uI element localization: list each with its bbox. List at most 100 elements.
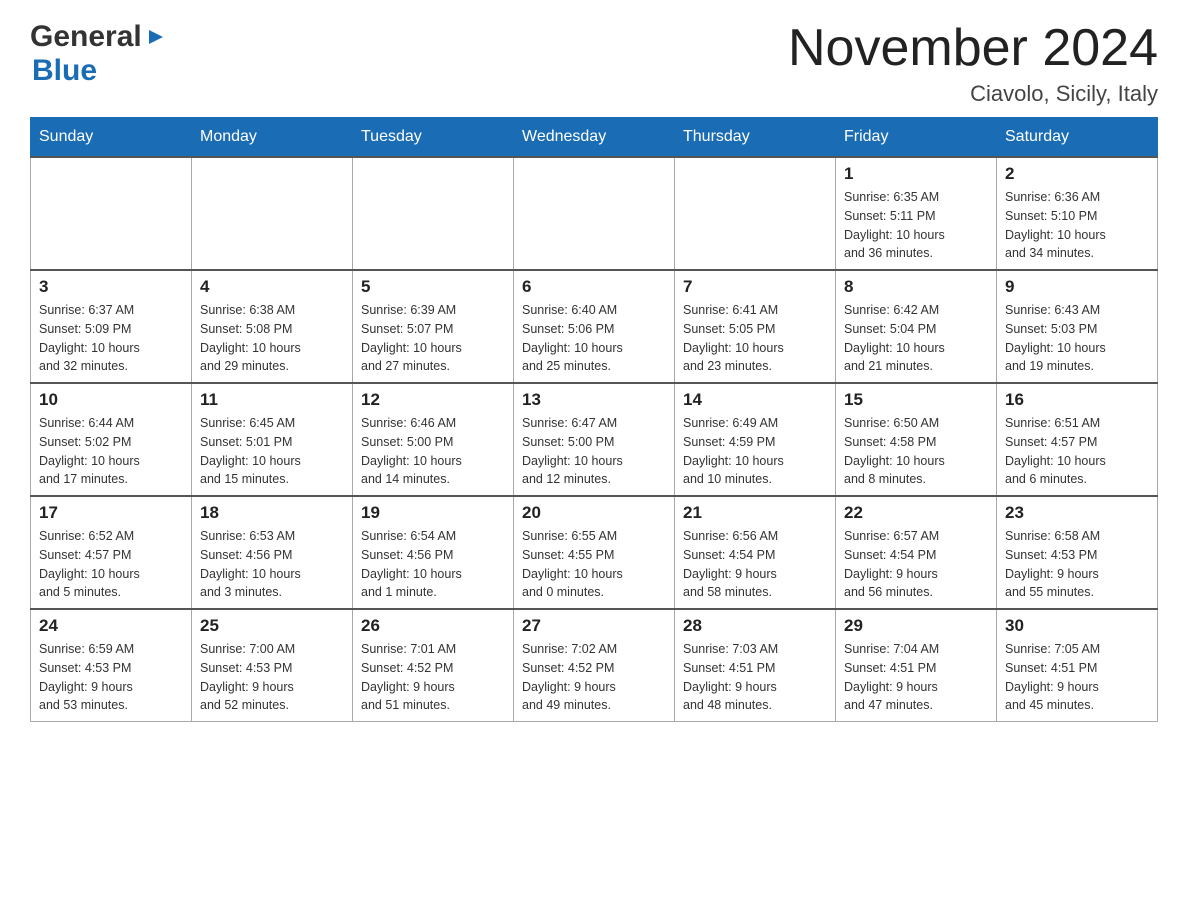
calendar-cell [31, 157, 192, 270]
day-number: 4 [200, 277, 344, 297]
calendar-cell: 18 Sunrise: 6:53 AM Sunset: 4:56 PM Dayli… [192, 496, 353, 609]
day-number: 26 [361, 616, 505, 636]
day-info: Sunrise: 6:54 AM Sunset: 4:56 PM Dayligh… [361, 527, 505, 602]
calendar-cell: 24Sunrise: 6:59 AM Sunset: 4:53 PM Dayli… [31, 609, 192, 722]
day-number: 29 [844, 616, 988, 636]
location-subtitle: Ciavolo, Sicily, Italy [788, 81, 1158, 107]
calendar-cell: 29 Sunrise: 7:04 AM Sunset: 4:51 PM Dayli… [836, 609, 997, 722]
calendar-week-row: 1 Sunrise: 6:35 AM Sunset: 5:11 PM Daylig… [31, 157, 1158, 270]
page-header: General Blue November 2024 Ciavolo, Sici… [30, 20, 1158, 107]
calendar-cell: 12 Sunrise: 6:46 AM Sunset: 5:00 PM Dayli… [353, 383, 514, 496]
logo-blue-text: Blue [32, 54, 97, 87]
day-number: 22 [844, 503, 988, 523]
day-info: Sunrise: 6:47 AM Sunset: 5:00 PM Dayligh… [522, 414, 666, 489]
day-number: 3 [39, 277, 183, 297]
day-number: 14 [683, 390, 827, 410]
calendar-cell: 5 Sunrise: 6:39 AM Sunset: 5:07 PM Daylig… [353, 270, 514, 383]
calendar-cell: 26 Sunrise: 7:01 AM Sunset: 4:52 PM Dayli… [353, 609, 514, 722]
day-info: Sunrise: 7:03 AM Sunset: 4:51 PM Dayligh… [683, 640, 827, 715]
weekday-header-tuesday: Tuesday [353, 118, 514, 158]
day-info: Sunrise: 6:51 AM Sunset: 4:57 PM Dayligh… [1005, 414, 1149, 489]
day-number: 17 [39, 503, 183, 523]
calendar-cell: 6Sunrise: 6:40 AM Sunset: 5:06 PM Daylig… [514, 270, 675, 383]
title-section: November 2024 Ciavolo, Sicily, Italy [788, 20, 1158, 107]
day-info: Sunrise: 6:46 AM Sunset: 5:00 PM Dayligh… [361, 414, 505, 489]
day-number: 9 [1005, 277, 1149, 297]
calendar-cell: 14 Sunrise: 6:49 AM Sunset: 4:59 PM Dayli… [675, 383, 836, 496]
day-info: Sunrise: 6:58 AM Sunset: 4:53 PM Dayligh… [1005, 527, 1149, 602]
day-info: Sunrise: 6:49 AM Sunset: 4:59 PM Dayligh… [683, 414, 827, 489]
day-number: 12 [361, 390, 505, 410]
calendar-cell: 30 Sunrise: 7:05 AM Sunset: 4:51 PM Dayli… [997, 609, 1158, 722]
calendar-table: SundayMondayTuesdayWednesdayThursdayFrid… [30, 117, 1158, 722]
logo-general-text: General [30, 20, 142, 54]
calendar-cell [192, 157, 353, 270]
day-number: 13 [522, 390, 666, 410]
calendar-cell: 22 Sunrise: 6:57 AM Sunset: 4:54 PM Dayli… [836, 496, 997, 609]
day-number: 21 [683, 503, 827, 523]
day-info: Sunrise: 6:35 AM Sunset: 5:11 PM Dayligh… [844, 188, 988, 263]
logo: General Blue [30, 20, 167, 88]
day-number: 10 [39, 390, 183, 410]
weekday-header-thursday: Thursday [675, 118, 836, 158]
day-info: Sunrise: 6:39 AM Sunset: 5:07 PM Dayligh… [361, 301, 505, 376]
day-number: 24 [39, 616, 183, 636]
day-info: Sunrise: 7:01 AM Sunset: 4:52 PM Dayligh… [361, 640, 505, 715]
calendar-cell: 4 Sunrise: 6:38 AM Sunset: 5:08 PM Daylig… [192, 270, 353, 383]
day-info: Sunrise: 6:41 AM Sunset: 5:05 PM Dayligh… [683, 301, 827, 376]
day-info: Sunrise: 6:38 AM Sunset: 5:08 PM Dayligh… [200, 301, 344, 376]
day-info: Sunrise: 6:56 AM Sunset: 4:54 PM Dayligh… [683, 527, 827, 602]
calendar-cell [675, 157, 836, 270]
day-number: 23 [1005, 503, 1149, 523]
day-info: Sunrise: 7:04 AM Sunset: 4:51 PM Dayligh… [844, 640, 988, 715]
calendar-cell: 28 Sunrise: 7:03 AM Sunset: 4:51 PM Dayli… [675, 609, 836, 722]
calendar-cell [514, 157, 675, 270]
day-info: Sunrise: 6:36 AM Sunset: 5:10 PM Dayligh… [1005, 188, 1149, 263]
calendar-cell: 8 Sunrise: 6:42 AM Sunset: 5:04 PM Daylig… [836, 270, 997, 383]
weekday-header-monday: Monday [192, 118, 353, 158]
weekday-header-friday: Friday [836, 118, 997, 158]
calendar-cell: 27 Sunrise: 7:02 AM Sunset: 4:52 PM Dayli… [514, 609, 675, 722]
day-number: 1 [844, 164, 988, 184]
calendar-cell: 25 Sunrise: 7:00 AM Sunset: 4:53 PM Dayli… [192, 609, 353, 722]
calendar-cell: 20Sunrise: 6:55 AM Sunset: 4:55 PM Dayli… [514, 496, 675, 609]
weekday-header-row: SundayMondayTuesdayWednesdayThursdayFrid… [31, 118, 1158, 158]
day-info: Sunrise: 6:40 AM Sunset: 5:06 PM Dayligh… [522, 301, 666, 376]
day-number: 20 [522, 503, 666, 523]
calendar-cell: 13 Sunrise: 6:47 AM Sunset: 5:00 PM Dayli… [514, 383, 675, 496]
day-number: 8 [844, 277, 988, 297]
calendar-cell: 15 Sunrise: 6:50 AM Sunset: 4:58 PM Dayli… [836, 383, 997, 496]
day-number: 25 [200, 616, 344, 636]
day-number: 16 [1005, 390, 1149, 410]
day-info: Sunrise: 6:57 AM Sunset: 4:54 PM Dayligh… [844, 527, 988, 602]
day-info: Sunrise: 6:50 AM Sunset: 4:58 PM Dayligh… [844, 414, 988, 489]
calendar-cell [353, 157, 514, 270]
calendar-week-row: 24Sunrise: 6:59 AM Sunset: 4:53 PM Dayli… [31, 609, 1158, 722]
day-info: Sunrise: 7:00 AM Sunset: 4:53 PM Dayligh… [200, 640, 344, 715]
day-info: Sunrise: 6:53 AM Sunset: 4:56 PM Dayligh… [200, 527, 344, 602]
day-info: Sunrise: 7:02 AM Sunset: 4:52 PM Dayligh… [522, 640, 666, 715]
weekday-header-sunday: Sunday [31, 118, 192, 158]
calendar-cell: 23 Sunrise: 6:58 AM Sunset: 4:53 PM Dayli… [997, 496, 1158, 609]
day-number: 7 [683, 277, 827, 297]
day-number: 27 [522, 616, 666, 636]
logo-triangle-icon [145, 26, 167, 53]
day-number: 15 [844, 390, 988, 410]
calendar-cell: 21 Sunrise: 6:56 AM Sunset: 4:54 PM Dayli… [675, 496, 836, 609]
day-number: 30 [1005, 616, 1149, 636]
day-info: Sunrise: 6:45 AM Sunset: 5:01 PM Dayligh… [200, 414, 344, 489]
calendar-cell: 10 Sunrise: 6:44 AM Sunset: 5:02 PM Dayli… [31, 383, 192, 496]
day-number: 11 [200, 390, 344, 410]
month-year-title: November 2024 [788, 20, 1158, 77]
calendar-cell: 3 Sunrise: 6:37 AM Sunset: 5:09 PM Daylig… [31, 270, 192, 383]
day-number: 28 [683, 616, 827, 636]
day-info: Sunrise: 7:05 AM Sunset: 4:51 PM Dayligh… [1005, 640, 1149, 715]
day-number: 5 [361, 277, 505, 297]
calendar-cell: 17Sunrise: 6:52 AM Sunset: 4:57 PM Dayli… [31, 496, 192, 609]
calendar-cell: 9Sunrise: 6:43 AM Sunset: 5:03 PM Daylig… [997, 270, 1158, 383]
day-number: 18 [200, 503, 344, 523]
day-info: Sunrise: 6:42 AM Sunset: 5:04 PM Dayligh… [844, 301, 988, 376]
day-info: Sunrise: 6:44 AM Sunset: 5:02 PM Dayligh… [39, 414, 183, 489]
day-info: Sunrise: 6:37 AM Sunset: 5:09 PM Dayligh… [39, 301, 183, 376]
day-number: 2 [1005, 164, 1149, 184]
